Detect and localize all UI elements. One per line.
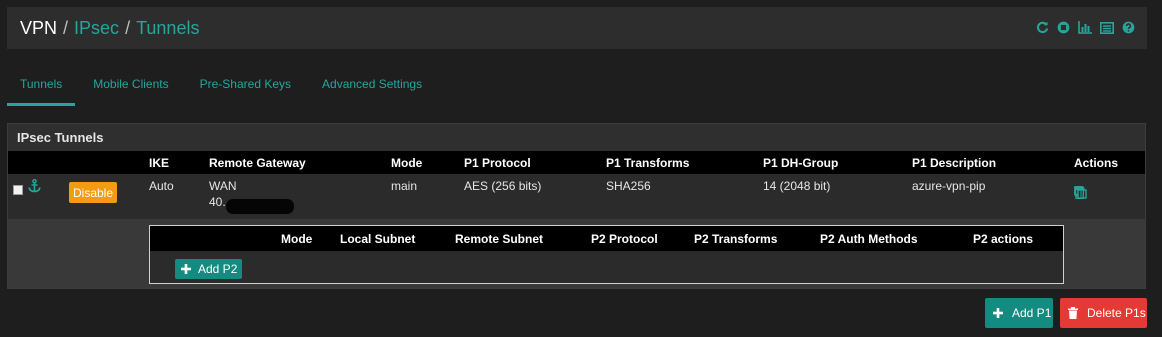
mode-value: main bbox=[391, 179, 418, 193]
tab-advanced-settings[interactable]: Advanced Settings bbox=[309, 68, 435, 106]
breadcrumb-tunnels-link[interactable]: Tunnels bbox=[136, 18, 199, 39]
status-chart-icon[interactable] bbox=[1078, 21, 1092, 34]
p2-column-header: P2 actions bbox=[973, 232, 1034, 246]
tab-pre-shared-keys[interactable]: Pre-Shared Keys bbox=[187, 68, 304, 106]
phase2-table-header: Mode Local Subnet Remote Subnet P2 Proto… bbox=[150, 226, 1063, 251]
breadcrumb-ipsec-link[interactable]: IPsec bbox=[74, 18, 119, 39]
anchor-icon[interactable] bbox=[28, 178, 41, 196]
phase2-area: Mode Local Subnet Remote Subnet P2 Proto… bbox=[8, 219, 1145, 288]
p2-column-header: P2 Transforms bbox=[694, 232, 778, 246]
column-header: P1 Transforms bbox=[606, 156, 690, 170]
log-icon[interactable] bbox=[1100, 21, 1114, 34]
remote-gateway-address: 40. bbox=[209, 195, 226, 209]
ipsec-tunnels-panel: IPsec Tunnels IKE Remote Gateway Mode P1… bbox=[7, 123, 1146, 289]
tab-bar: Tunnels Mobile Clients Pre-Shared Keys A… bbox=[7, 68, 435, 106]
add-p2-label: Add P2 bbox=[198, 262, 238, 276]
disable-tunnel-button[interactable]: Disable bbox=[69, 182, 117, 203]
ike-value: Auto bbox=[149, 179, 174, 193]
trash-icon bbox=[1068, 307, 1078, 319]
column-header: IKE bbox=[149, 156, 170, 170]
add-p2-button[interactable]: Add P2 bbox=[175, 259, 242, 279]
plus-icon bbox=[993, 308, 1003, 318]
tunnels-table-header: IKE Remote Gateway Mode P1 Protocol P1 T… bbox=[8, 151, 1145, 174]
p1-description-value: azure-vpn-pip bbox=[912, 179, 986, 193]
p1-transforms-value: SHA256 bbox=[606, 179, 651, 193]
plus-icon bbox=[181, 264, 191, 274]
breadcrumb: VPN / IPsec / Tunnels bbox=[7, 7, 1147, 49]
tab-tunnels[interactable]: Tunnels bbox=[7, 68, 76, 106]
phase2-table: Mode Local Subnet Remote Subnet P2 Proto… bbox=[149, 225, 1064, 284]
redaction-mark bbox=[226, 199, 294, 214]
p1-protocol-value: AES (256 bits) bbox=[464, 179, 542, 193]
tab-mobile-clients[interactable]: Mobile Clients bbox=[80, 68, 181, 106]
trash-icon[interactable] bbox=[1074, 186, 1085, 202]
row-select-checkbox[interactable] bbox=[13, 185, 23, 195]
delete-p1s-button[interactable]: Delete P1s bbox=[1060, 298, 1147, 328]
p2-column-header: Local Subnet bbox=[340, 232, 416, 246]
delete-p1s-label: Delete P1s bbox=[1087, 306, 1146, 320]
column-header: P1 DH-Group bbox=[763, 156, 839, 170]
header-actions bbox=[1036, 21, 1135, 34]
add-p1-button[interactable]: Add P1 bbox=[985, 298, 1053, 328]
p2-column-header: P2 Protocol bbox=[591, 232, 658, 246]
panel-title: IPsec Tunnels bbox=[8, 124, 1145, 151]
p2-column-header: Mode bbox=[281, 232, 313, 246]
stop-icon[interactable] bbox=[1057, 21, 1070, 34]
remote-gateway-interface: WAN bbox=[209, 179, 237, 193]
column-header: P1 Description bbox=[912, 156, 997, 170]
breadcrumb-separator: / bbox=[63, 17, 69, 38]
column-header: Remote Gateway bbox=[209, 156, 306, 170]
table-row: Disable Auto WAN 40. main AES (256 bits)… bbox=[8, 174, 1145, 219]
column-header: Mode bbox=[391, 156, 423, 170]
p2-column-header: P2 Auth Methods bbox=[820, 232, 918, 246]
breadcrumb-vpn: VPN bbox=[20, 17, 58, 38]
column-header: Actions bbox=[1074, 156, 1119, 170]
p2-column-header: Remote Subnet bbox=[455, 232, 544, 246]
column-header: P1 Protocol bbox=[464, 156, 531, 170]
p1-dh-group-value: 14 (2048 bit) bbox=[763, 179, 831, 193]
help-icon[interactable] bbox=[1122, 21, 1135, 34]
add-p1-label: Add P1 bbox=[1012, 306, 1052, 320]
breadcrumb-separator: / bbox=[125, 17, 131, 38]
reload-icon[interactable] bbox=[1036, 21, 1049, 34]
